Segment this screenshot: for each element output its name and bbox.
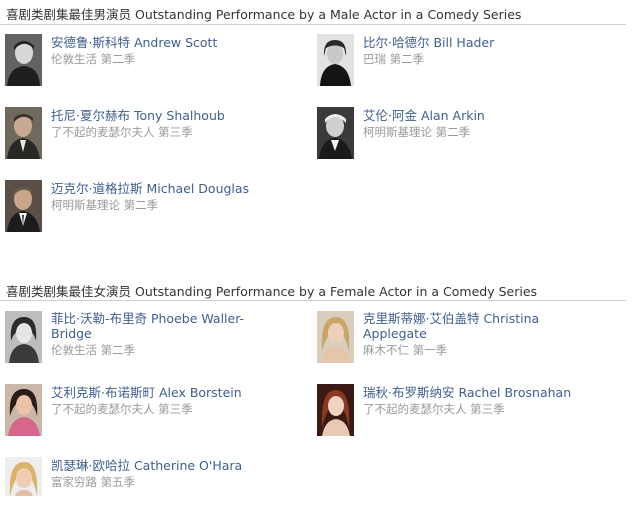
female-section-title: 喜剧类剧集最佳女演员 Outstanding Performance by a …	[6, 284, 538, 299]
nominee-name[interactable]: 瑞秋·布罗斯纳安 Rachel Brosnahan	[363, 385, 583, 400]
nominee-tony-shalhoub[interactable]: 托尼·夏尔赫布 Tony Shalhoub 了不起的麦瑟尔夫人 第三季	[5, 107, 305, 167]
nominee-bill-hader[interactable]: 比尔·哈德尔 Bill Hader 巴瑞 第二季	[317, 34, 617, 94]
nominee-show: 富家穷路 第五季	[51, 475, 136, 489]
male-section-title: 喜剧类剧集最佳男演员 Outstanding Performance by a …	[6, 7, 522, 22]
nominee-name[interactable]: 安德鲁·斯科特 Andrew Scott	[51, 35, 271, 50]
portrait-photo	[5, 180, 42, 232]
nominee-andrew-scott[interactable]: 安德鲁·斯科特 Andrew Scott 伦敦生活 第二季	[5, 34, 305, 94]
portrait-photo	[5, 107, 42, 159]
nominee-name[interactable]: 比尔·哈德尔 Bill Hader	[363, 35, 583, 50]
nominee-name[interactable]: 托尼·夏尔赫布 Tony Shalhoub	[51, 108, 271, 123]
nominee-name[interactable]: 菲比·沃勒-布里奇 Phoebe Waller-Bridge	[51, 311, 271, 341]
male-section-divider	[0, 24, 626, 25]
nominee-show: 了不起的麦瑟尔夫人 第三季	[51, 402, 193, 416]
portrait-photo	[317, 311, 354, 363]
female-section-divider	[0, 300, 626, 301]
nominee-rachel-brosnahan[interactable]: 瑞秋·布罗斯纳安 Rachel Brosnahan 了不起的麦瑟尔夫人 第三季	[317, 384, 617, 444]
nominee-show: 伦敦生活 第二季	[51, 52, 136, 66]
nominee-name[interactable]: 艾利克斯·布诺斯町 Alex Borstein	[51, 385, 271, 400]
portrait-photo	[5, 34, 42, 86]
nominee-name[interactable]: 迈克尔·道格拉斯 Michael Douglas	[51, 181, 271, 196]
nominee-phoebe-waller-bridge[interactable]: 菲比·沃勒-布里奇 Phoebe Waller-Bridge 伦敦生活 第二季	[5, 311, 305, 371]
portrait-photo	[5, 384, 42, 436]
nominee-catherine-ohara[interactable]: 凯瑟琳·欧哈拉 Catherine O'Hara 富家穷路 第五季	[5, 457, 305, 517]
nominee-christina-applegate[interactable]: 克里斯蒂娜·艾伯盖特 Christina Applegate 麻木不仁 第一季	[317, 311, 617, 371]
nominee-name[interactable]: 克里斯蒂娜·艾伯盖特 Christina Applegate	[363, 311, 583, 341]
portrait-photo	[317, 384, 354, 436]
nominee-show: 伦敦生活 第二季	[51, 343, 136, 357]
portrait-photo	[317, 34, 354, 86]
portrait-photo	[5, 457, 42, 496]
nominee-show: 柯明斯基理论 第二季	[363, 125, 471, 139]
nominee-show: 柯明斯基理论 第二季	[51, 198, 159, 212]
nominee-show: 麻木不仁 第一季	[363, 343, 448, 357]
nominee-show: 了不起的麦瑟尔夫人 第三季	[51, 125, 193, 139]
nominee-show: 巴瑞 第二季	[363, 52, 425, 66]
nominee-alex-borstein[interactable]: 艾利克斯·布诺斯町 Alex Borstein 了不起的麦瑟尔夫人 第三季	[5, 384, 305, 444]
nominee-michael-douglas[interactable]: 迈克尔·道格拉斯 Michael Douglas 柯明斯基理论 第二季	[5, 180, 305, 240]
nominee-show: 了不起的麦瑟尔夫人 第三季	[363, 402, 505, 416]
nominee-name[interactable]: 凯瑟琳·欧哈拉 Catherine O'Hara	[51, 458, 271, 473]
portrait-photo	[317, 107, 354, 159]
nominee-alan-arkin[interactable]: 艾伦·阿金 Alan Arkin 柯明斯基理论 第二季	[317, 107, 617, 167]
nominee-name[interactable]: 艾伦·阿金 Alan Arkin	[363, 108, 583, 123]
portrait-photo	[5, 311, 42, 363]
